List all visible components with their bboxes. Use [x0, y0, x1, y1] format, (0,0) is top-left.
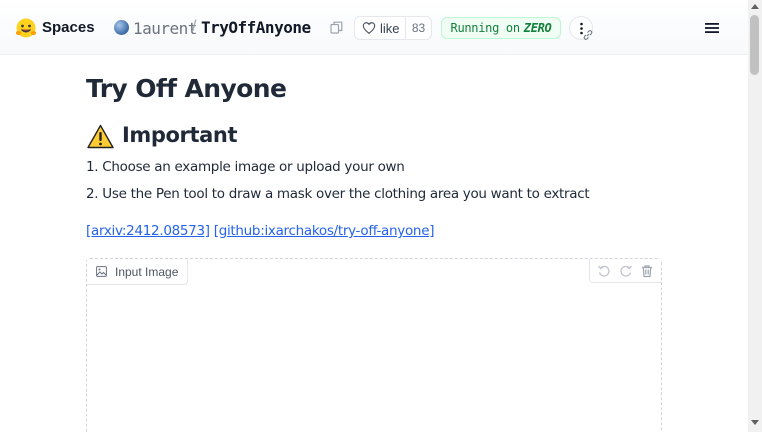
hamburger-menu-icon[interactable] [704, 20, 720, 36]
reference-links: [arxiv:2412.08573] [github:ixarchakos/tr… [86, 223, 434, 239]
owner-link[interactable]: 1aurent [133, 19, 197, 38]
link-icon [583, 30, 593, 40]
copy-icon[interactable] [330, 21, 343, 34]
scroll-up-icon[interactable] [751, 4, 759, 9]
huggingface-logo-icon[interactable] [15, 17, 37, 39]
owner-avatar[interactable] [114, 20, 129, 35]
like-count[interactable]: 83 [405, 17, 431, 39]
runtime-status-badge[interactable]: Running on ZERO [441, 17, 561, 39]
input-image-label-text: Input Image [115, 264, 179, 279]
status-prefix: Running on [450, 21, 521, 35]
instruction-step-2: 2. Use the Pen tool to draw a mask over … [86, 186, 590, 202]
arxiv-link[interactable]: [arxiv:2412.08573] [86, 223, 210, 239]
undo-icon[interactable] [597, 264, 611, 278]
scroll-down-icon[interactable] [751, 420, 759, 425]
spaces-brand-link[interactable]: Spaces [42, 19, 95, 36]
space-header: Spaces 1aurent / TryOffAnyone like 83 Ru… [0, 0, 748, 55]
more-options-button[interactable] [569, 16, 593, 40]
instruction-step-1: 1. Choose an example image or upload you… [86, 159, 405, 175]
like-label: like [380, 20, 400, 36]
editor-toolbar [589, 259, 661, 283]
status-hardware: ZERO [523, 21, 552, 35]
like-button[interactable]: like 83 [354, 16, 432, 40]
input-image-label: Input Image [87, 259, 188, 285]
heart-icon [362, 22, 376, 34]
trash-icon[interactable] [640, 264, 654, 278]
redo-icon[interactable] [619, 264, 633, 278]
page-scrollbar[interactable] [748, 0, 762, 432]
github-link[interactable]: [github:ixarchakos/try-off-anyone] [214, 223, 435, 239]
repo-name-link[interactable]: TryOffAnyone [201, 18, 311, 37]
page-title: Try Off Anyone [86, 74, 287, 103]
important-heading: Important [122, 123, 238, 147]
warning-icon [87, 124, 114, 149]
input-image-editor[interactable]: Input Image [86, 258, 662, 432]
image-icon [96, 266, 107, 277]
scrollbar-thumb[interactable] [750, 15, 759, 75]
path-separator: / [192, 18, 197, 35]
